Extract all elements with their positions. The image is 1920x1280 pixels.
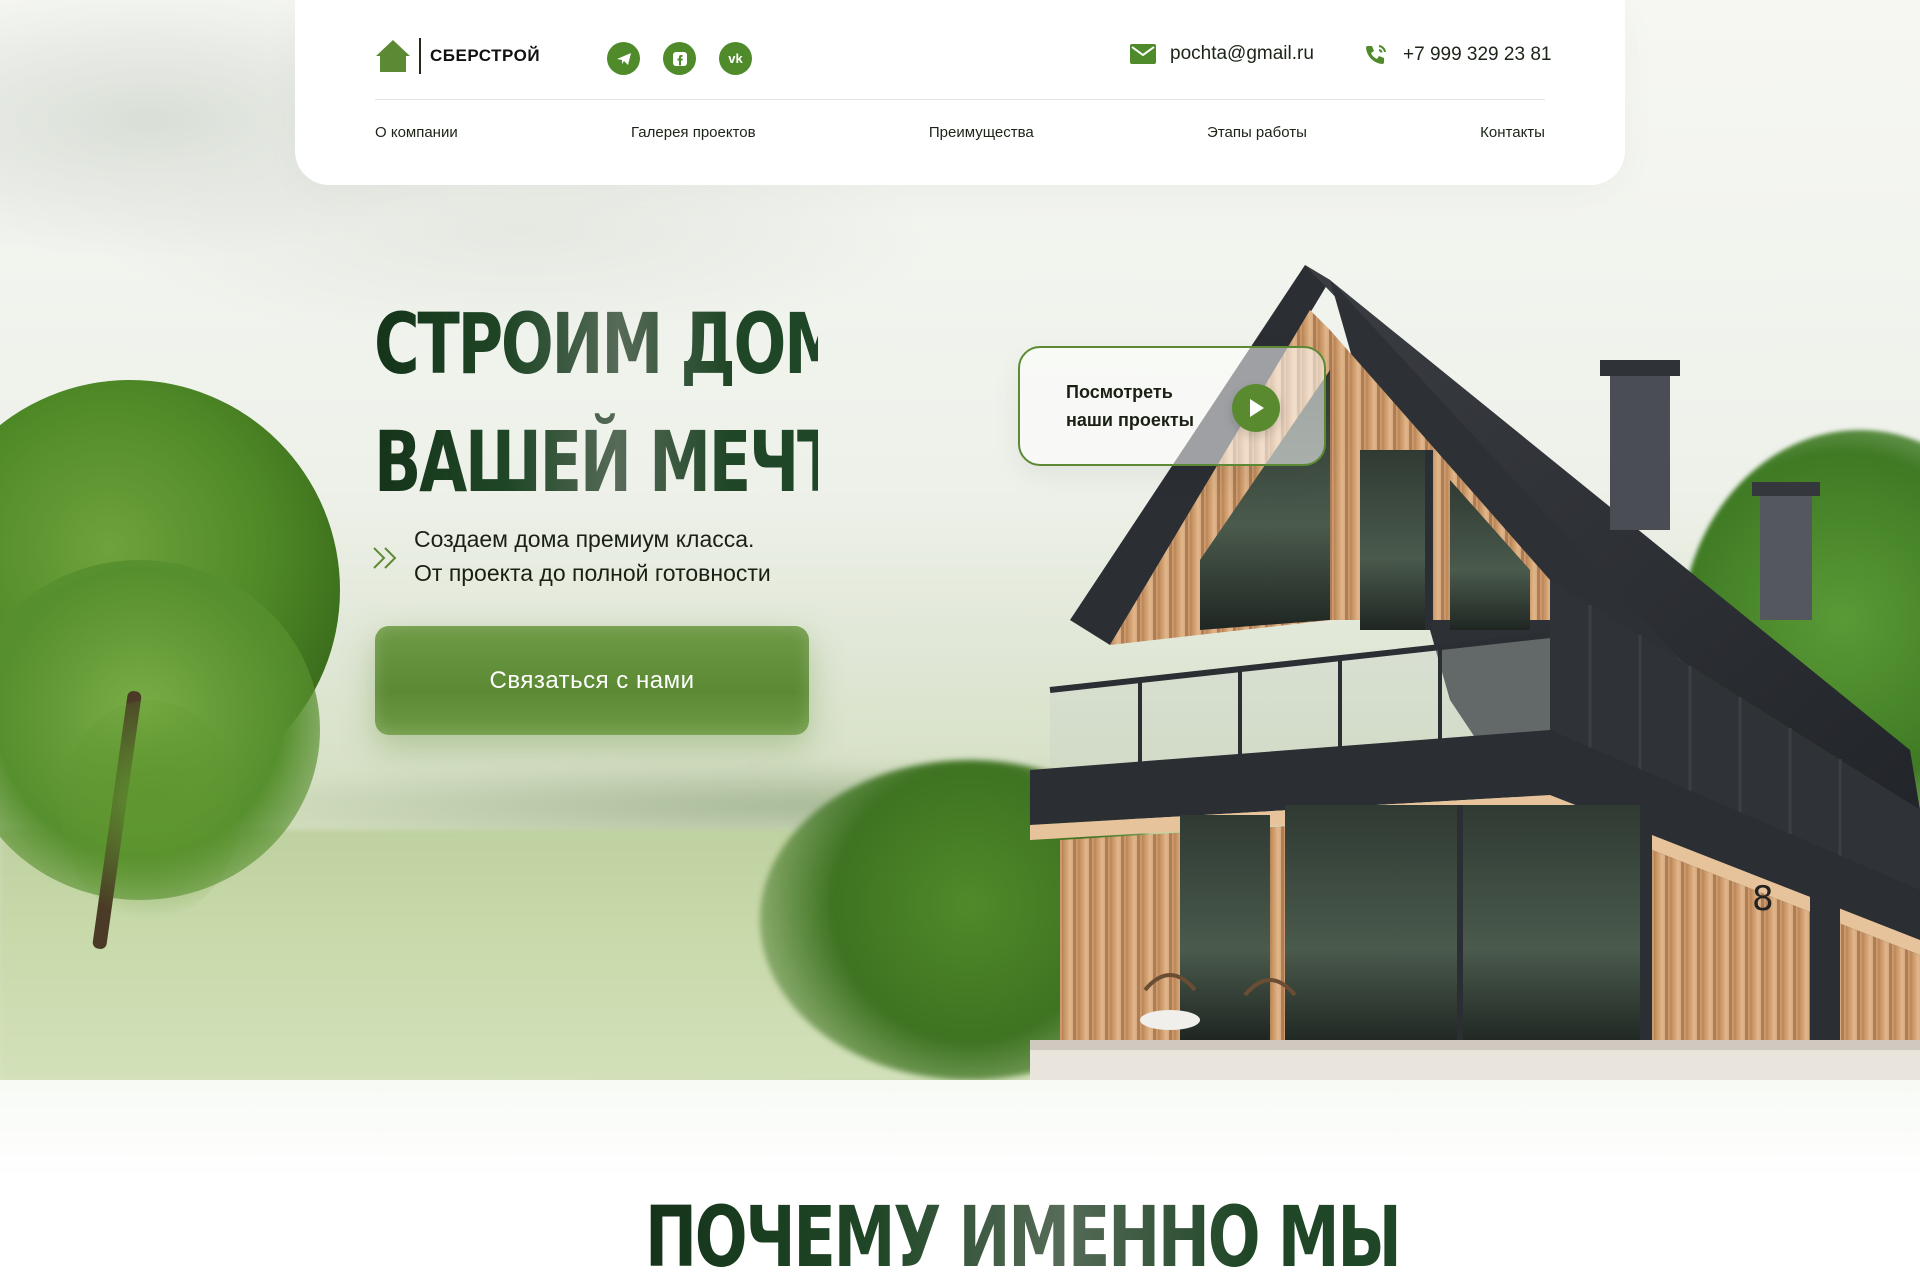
- phone-contact[interactable]: +7 999 329 23 81: [1363, 43, 1551, 67]
- header-divider: [375, 99, 1545, 100]
- view-projects-label: Посмотреть наши проекты: [1066, 378, 1194, 434]
- nav-gallery[interactable]: Галерея проектов: [631, 124, 756, 141]
- logo[interactable]: СБЕРСТРОЙ: [375, 38, 540, 74]
- house-icon: [376, 40, 410, 72]
- hero-subtitle-line-1: Создаем дома премиум класса.: [414, 526, 755, 552]
- play-icon[interactable]: [1232, 384, 1280, 432]
- email-text: pochta@gmail.ru: [1170, 43, 1314, 64]
- play-triangle-icon: [1250, 399, 1264, 417]
- phone-text: +7 999 329 23 81: [1403, 44, 1552, 65]
- email-contact[interactable]: pochta@gmail.ru: [1130, 43, 1314, 65]
- vk-icon: vk: [728, 51, 743, 66]
- hero-title: Строим дома вашей мечты: [374, 285, 818, 521]
- mail-icon: [1130, 44, 1156, 64]
- logo-divider: [419, 38, 421, 74]
- social-links: vk: [607, 42, 752, 75]
- nav-about[interactable]: О компании: [375, 124, 458, 141]
- main-nav: О компании Галерея проектов Преимущества…: [375, 124, 1545, 141]
- double-chevron-icon: [373, 547, 397, 569]
- facebook-link[interactable]: [663, 42, 696, 75]
- telegram-icon: [616, 52, 631, 65]
- vk-link[interactable]: vk: [719, 42, 752, 75]
- view-projects-label-line-2: наши проекты: [1066, 410, 1195, 430]
- brand-name: СБЕРСТРОЙ: [430, 46, 541, 65]
- nav-advantages[interactable]: Преимущества: [929, 124, 1034, 141]
- hero-title-line-1: Строим дома: [374, 295, 890, 393]
- hero-subtitle-line-2: От проекта до полной готовности: [414, 560, 771, 586]
- house-number: 8: [1752, 879, 1774, 919]
- nav-contacts[interactable]: Контакты: [1480, 124, 1545, 141]
- hero-subtitle: Создаем дома премиум класса. От проекта …: [372, 522, 771, 590]
- contact-us-button[interactable]: Связаться с нами: [375, 626, 809, 735]
- left-tree-branch: [60, 700, 240, 920]
- why-us-title: Почему именно мы: [645, 1188, 1402, 1280]
- nav-stages[interactable]: Этапы работы: [1207, 124, 1307, 141]
- telegram-link[interactable]: [607, 42, 640, 75]
- site-header: СБЕРСТРОЙ vk pochta@gmail.ru +7 999 329 …: [295, 0, 1625, 185]
- facebook-icon: [672, 51, 687, 66]
- view-projects-label-line-1: Посмотреть: [1066, 382, 1173, 402]
- hero-title-line-2: вашей мечты: [374, 413, 900, 511]
- view-projects-button[interactable]: Посмотреть наши проекты: [1018, 346, 1326, 466]
- phone-icon: [1366, 45, 1386, 64]
